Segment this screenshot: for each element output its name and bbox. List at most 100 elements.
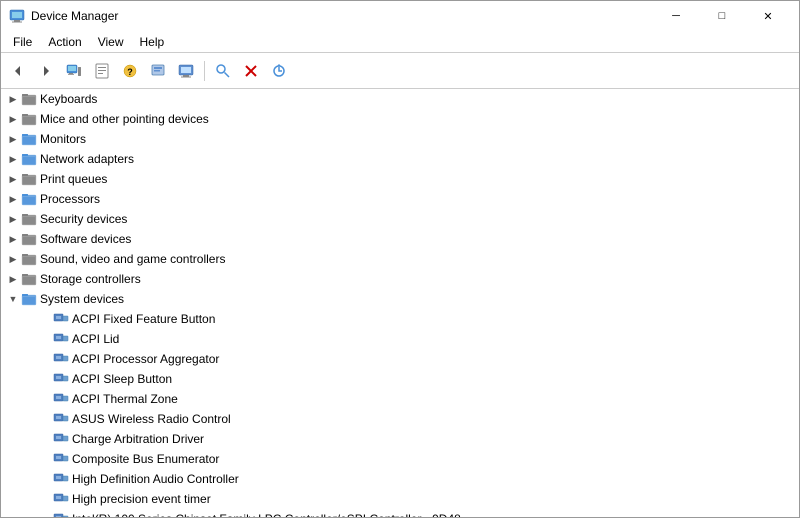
- tree-toggle-processors[interactable]: ▶: [5, 191, 21, 207]
- title-bar: Device Manager ─ □ ✕: [1, 1, 799, 31]
- tree-label-acpi-thermal: ACPI Thermal Zone: [72, 392, 178, 406]
- tree-item-asus-wireless[interactable]: ASUS Wireless Radio Control: [1, 409, 799, 429]
- tree-toggle-asus-wireless: [37, 411, 53, 427]
- tree-icon-hd-audio: [53, 471, 69, 487]
- menu-action[interactable]: Action: [40, 33, 89, 51]
- properties-button[interactable]: [89, 58, 115, 84]
- tree-item-acpi-lid[interactable]: ACPI Lid: [1, 329, 799, 349]
- tree-label-security: Security devices: [40, 212, 127, 226]
- tree-label-acpi-proc: ACPI Processor Aggregator: [72, 352, 219, 366]
- title-bar-controls: ─ □ ✕: [653, 1, 791, 31]
- tree-toggle-acpi-thermal: [37, 391, 53, 407]
- tree-label-system: System devices: [40, 292, 124, 306]
- tree-item-hd-audio[interactable]: High Definition Audio Controller: [1, 469, 799, 489]
- tree-icon-acpi-proc: [53, 351, 69, 367]
- scan-button[interactable]: [210, 58, 236, 84]
- tree-toggle-software[interactable]: ▶: [5, 231, 21, 247]
- tree-toggle-system[interactable]: ▼: [5, 291, 21, 307]
- tree-label-software: Software devices: [40, 232, 131, 246]
- svg-text:?: ?: [127, 67, 133, 77]
- tree-toggle-security[interactable]: ▶: [5, 211, 21, 227]
- maximize-button[interactable]: □: [699, 1, 745, 31]
- tree-item-storage[interactable]: ▶ Storage controllers: [1, 269, 799, 289]
- tree-icon-sound: [21, 251, 37, 267]
- window-title: Device Manager: [31, 9, 118, 23]
- menu-bar: File Action View Help: [1, 31, 799, 53]
- tree-item-acpi-thermal[interactable]: ACPI Thermal Zone: [1, 389, 799, 409]
- tree-toggle-keyboards[interactable]: ▶: [5, 91, 21, 107]
- tree-toggle-storage[interactable]: ▶: [5, 271, 21, 287]
- forward-icon: [39, 64, 53, 78]
- tree-toggle-acpi-sleep: [37, 371, 53, 387]
- tree-label-storage: Storage controllers: [40, 272, 141, 286]
- tree-toggle-charge-arb: [37, 431, 53, 447]
- tree-icon-intel-lpc: [53, 511, 69, 517]
- tree-icon-keyboards: [21, 91, 37, 107]
- tree-item-acpi-fixed[interactable]: ACPI Fixed Feature Button: [1, 309, 799, 329]
- tree-label-acpi-lid: ACPI Lid: [72, 332, 119, 346]
- properties-icon: [94, 63, 110, 79]
- toolbar: ?: [1, 53, 799, 89]
- tree-icon-monitors: [21, 131, 37, 147]
- tree-icon-print: [21, 171, 37, 187]
- menu-file[interactable]: File: [5, 33, 40, 51]
- close-button[interactable]: ✕: [745, 1, 791, 31]
- menu-view[interactable]: View: [90, 33, 132, 51]
- back-button[interactable]: [5, 58, 31, 84]
- tree-item-sound[interactable]: ▶ Sound, video and game controllers: [1, 249, 799, 269]
- help-button[interactable]: ?: [117, 58, 143, 84]
- tree-icon-acpi-lid: [53, 331, 69, 347]
- tree-item-software[interactable]: ▶ Software devices: [1, 229, 799, 249]
- tree-item-acpi-sleep[interactable]: ACPI Sleep Button: [1, 369, 799, 389]
- tree-item-charge-arb[interactable]: Charge Arbitration Driver: [1, 429, 799, 449]
- tree-icon-storage: [21, 271, 37, 287]
- tree-item-hpet[interactable]: High precision event timer: [1, 489, 799, 509]
- forward-button[interactable]: [33, 58, 59, 84]
- tree-icon-composite: [53, 451, 69, 467]
- tree-label-intel-lpc: Intel(R) 100 Series Chipset Family LPC C…: [72, 512, 461, 517]
- tree-item-acpi-proc[interactable]: ACPI Processor Aggregator: [1, 349, 799, 369]
- menu-help[interactable]: Help: [132, 33, 173, 51]
- tree-panel[interactable]: ▶ Keyboards▶ Mice and other pointing dev…: [1, 89, 799, 517]
- scan-icon: [215, 63, 231, 79]
- tree-label-sound: Sound, video and game controllers: [40, 252, 225, 266]
- tree-item-composite[interactable]: Composite Bus Enumerator: [1, 449, 799, 469]
- tree-toggle-monitors[interactable]: ▶: [5, 131, 21, 147]
- tree-item-processors[interactable]: ▶ Processors: [1, 189, 799, 209]
- tree-item-mice[interactable]: ▶ Mice and other pointing devices: [1, 109, 799, 129]
- tree-toggle-acpi-proc: [37, 351, 53, 367]
- minimize-button[interactable]: ─: [653, 1, 699, 31]
- tree-icon-acpi-sleep: [53, 371, 69, 387]
- remove-icon: [243, 63, 259, 79]
- tree-toggle-intel-lpc: [37, 511, 53, 517]
- tree-label-charge-arb: Charge Arbitration Driver: [72, 432, 204, 446]
- monitor-button[interactable]: [173, 58, 199, 84]
- tree-toggle-network[interactable]: ▶: [5, 151, 21, 167]
- tree-toggle-print[interactable]: ▶: [5, 171, 21, 187]
- remove-button[interactable]: [238, 58, 264, 84]
- tree-label-acpi-fixed: ACPI Fixed Feature Button: [72, 312, 215, 326]
- tree-toggle-hpet: [37, 491, 53, 507]
- tree-icon-acpi-fixed: [53, 311, 69, 327]
- tree-toggle-sound[interactable]: ▶: [5, 251, 21, 267]
- tree-icon-system: [21, 291, 37, 307]
- driver-button[interactable]: [145, 58, 171, 84]
- back-icon: [11, 64, 25, 78]
- tree-item-print[interactable]: ▶ Print queues: [1, 169, 799, 189]
- update-button[interactable]: [266, 58, 292, 84]
- tree-item-system[interactable]: ▼ System devices: [1, 289, 799, 309]
- app-icon: [9, 8, 25, 24]
- tree-label-processors: Processors: [40, 192, 100, 206]
- tree-item-monitors[interactable]: ▶ Monitors: [1, 129, 799, 149]
- tree-item-intel-lpc[interactable]: Intel(R) 100 Series Chipset Family LPC C…: [1, 509, 799, 517]
- tree-toggle-acpi-lid: [37, 331, 53, 347]
- tree-item-security[interactable]: ▶ Security devices: [1, 209, 799, 229]
- device-view-button[interactable]: [61, 58, 87, 84]
- tree-item-keyboards[interactable]: ▶ Keyboards: [1, 89, 799, 109]
- tree-label-network: Network adapters: [40, 152, 134, 166]
- tree-item-network[interactable]: ▶ Network adapters: [1, 149, 799, 169]
- tree-toggle-mice[interactable]: ▶: [5, 111, 21, 127]
- driver-icon: [150, 63, 166, 79]
- device-manager-window: Device Manager ─ □ ✕ File Action View He…: [0, 0, 800, 518]
- tree-icon-security: [21, 211, 37, 227]
